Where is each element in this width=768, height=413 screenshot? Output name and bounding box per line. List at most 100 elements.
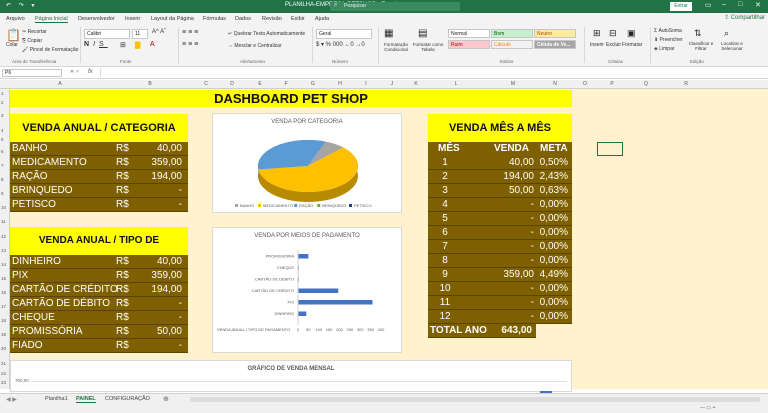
tab-pagina-inicial[interactable]: Página Inicial [35,16,68,23]
tab-exibir[interactable]: Exibir [291,16,305,22]
col-header[interactable]: L [446,81,466,87]
row-header[interactable]: 19 [1,332,6,337]
formula-input[interactable] [100,68,760,77]
autosum-button[interactable]: Σ AutoSoma [654,28,682,34]
table-row[interactable]: RAÇÃO R$ 194,00 [10,170,188,184]
table-row[interactable]: 2 194,00 2,43% [428,170,572,184]
table-row[interactable]: 12 -0,00% [428,310,572,324]
month-section-title[interactable]: VENDA MÊS A MÊS [428,114,572,142]
category-section-title[interactable]: VENDA ANUAL / CATEGORIA [10,114,188,142]
number-format-icons[interactable]: $ ▾ % 000 ←0 →0 [316,41,365,48]
table-row[interactable]: MEDICAMENTO R$ 359,00 [10,156,188,170]
font-name-select[interactable]: Calibri [84,29,130,39]
format-table-icon[interactable]: ▤ [418,28,427,39]
tab-layout[interactable]: Layout da Página [151,16,194,22]
col-header[interactable]: J [382,81,402,87]
selected-cell[interactable] [597,142,623,156]
sort-filter-icon[interactable]: ⇅ [694,28,702,39]
style-calculo[interactable]: Cálculo [491,40,533,49]
tab-formulas[interactable]: Fórmulas [203,16,226,22]
quick-access-toolbar[interactable]: ↶ ↷ ▾ [6,2,37,9]
row-header[interactable]: 18 [1,318,6,323]
tab-ajuda[interactable]: Ajuda [315,16,329,22]
style-bom[interactable]: Bom [491,29,533,38]
style-normal[interactable]: Normal [448,29,490,38]
row-header[interactable]: 23 [1,380,6,385]
table-row[interactable]: 5 -0,00% [428,212,572,226]
row-header[interactable]: 15 [1,276,6,281]
col-header[interactable]: R [676,81,696,87]
border-icon[interactable]: ⊞ [120,41,126,49]
col-header[interactable]: N [545,81,565,87]
format-painter-button[interactable]: 🖌 Pincel de Formatação [22,47,78,53]
add-sheet-icon[interactable]: ⊕ [163,395,169,403]
col-header[interactable]: G [303,81,323,87]
number-format-select[interactable]: Geral [316,29,372,39]
paste-button[interactable]: Colar [6,42,18,48]
align-icons[interactable]: ≡≡≡ [182,41,200,48]
col-header[interactable]: B [140,81,160,87]
table-row[interactable]: 10 -0,00% [428,282,572,296]
row-header[interactable]: 10 [1,205,6,210]
col-header[interactable]: A [50,81,70,87]
row-header[interactable]: 1 [1,91,4,96]
wrap-text-button[interactable]: ↵ Quebrar Texto Automaticamente [228,31,305,37]
monthly-chart[interactable]: GRÁFICO DE VENDA MENSAL 700,00 [10,360,572,393]
find-select-button[interactable]: Localizar e Selecionar [716,41,748,51]
row-header[interactable]: 6 [1,149,4,154]
row-header[interactable]: 7 [1,163,4,168]
table-row[interactable]: 1 40,00 0,50% [428,156,572,170]
row-header[interactable]: 16 [1,290,6,295]
table-row[interactable]: 6 -0,00% [428,226,572,240]
row-header[interactable]: 4 [1,128,4,133]
zoom-slider[interactable]: — ▭ + [700,405,715,411]
table-row[interactable]: PIX R$ 359,00 [10,269,188,283]
format-table-button[interactable]: Formatar como Tabela [412,42,444,52]
row-header[interactable]: 22 [1,371,6,376]
payment-section-title[interactable]: VENDA ANUAL / TIPO DE PAGAMENTO [10,227,188,274]
minimize-icon[interactable]: – [722,1,726,8]
sheet-empty-area[interactable] [572,89,768,389]
table-row[interactable]: PROMISSÓRIA R$ 50,00 [10,325,188,339]
table-row[interactable]: 4 -0,00% [428,198,572,212]
name-box[interactable]: P6 [2,69,62,77]
search-box[interactable]: ⌕ Pesquisar [330,2,460,11]
col-header[interactable]: Q [636,81,656,87]
table-row[interactable]: CARTÃO DE CRÉDITO R$ 194,00 [10,283,188,297]
table-row[interactable]: BANHO R$ 40,00 [10,142,188,156]
col-header[interactable]: F [276,81,296,87]
tab-dados[interactable]: Dados [235,16,251,22]
row-header[interactable]: 21 [1,361,6,366]
payment-bar-chart[interactable]: VENDA POR MEIOS DE PAGAMENTO PROMISSÓRIA… [212,227,402,353]
table-row[interactable]: 8 -0,00% [428,254,572,268]
tab-revisao[interactable]: Revisão [262,16,282,22]
sheet-tab-configuracao[interactable]: CONFIGURAÇÃO [105,396,150,402]
fill-color-icon[interactable]: ▇ [135,41,140,49]
row-header[interactable]: 9 [1,191,4,196]
clear-button[interactable]: ◈ Limpar [654,46,675,52]
table-row[interactable]: DINHEIRO R$ 40,00 [10,255,188,269]
horizontal-scrollbar[interactable] [190,397,760,402]
delete-cells-button[interactable]: Excluir [606,42,621,48]
style-ruim[interactable]: Ruim [448,40,490,49]
font-style-buttons[interactable]: NIS [84,41,108,48]
copy-button[interactable]: ⎘ Copiar [22,38,42,44]
row-header[interactable]: 11 [1,219,6,224]
cut-button[interactable]: ✂ Recortar [22,29,47,35]
delete-cells-icon[interactable]: ⊟ [609,28,617,39]
sheet-tab-painel[interactable]: PAINEL [76,396,96,403]
table-row[interactable]: BRINQUEDO R$ - [10,184,188,198]
col-header[interactable]: P [602,81,622,87]
close-icon[interactable]: ✕ [755,1,761,9]
col-header[interactable]: I [356,81,376,87]
row-header[interactable]: 3 [1,113,4,118]
table-row[interactable]: CHEQUE R$ - [10,311,188,325]
cond-format-button[interactable]: Formatação Condicional [380,42,412,52]
font-color-icon[interactable]: A [150,41,155,48]
format-cells-icon[interactable]: ▣ [627,28,636,39]
style-neutro[interactable]: Neutro [534,29,576,38]
cancel-enter-icons[interactable]: ✕ ✓ [70,69,80,75]
fill-button[interactable]: ⬇ Preencher [654,37,683,43]
category-pie-chart[interactable]: VENDA POR CATEGORIA BANHO MEDICAMENTO RAÇÃ… [212,113,402,213]
table-row[interactable]: 11 -0,00% [428,296,572,310]
